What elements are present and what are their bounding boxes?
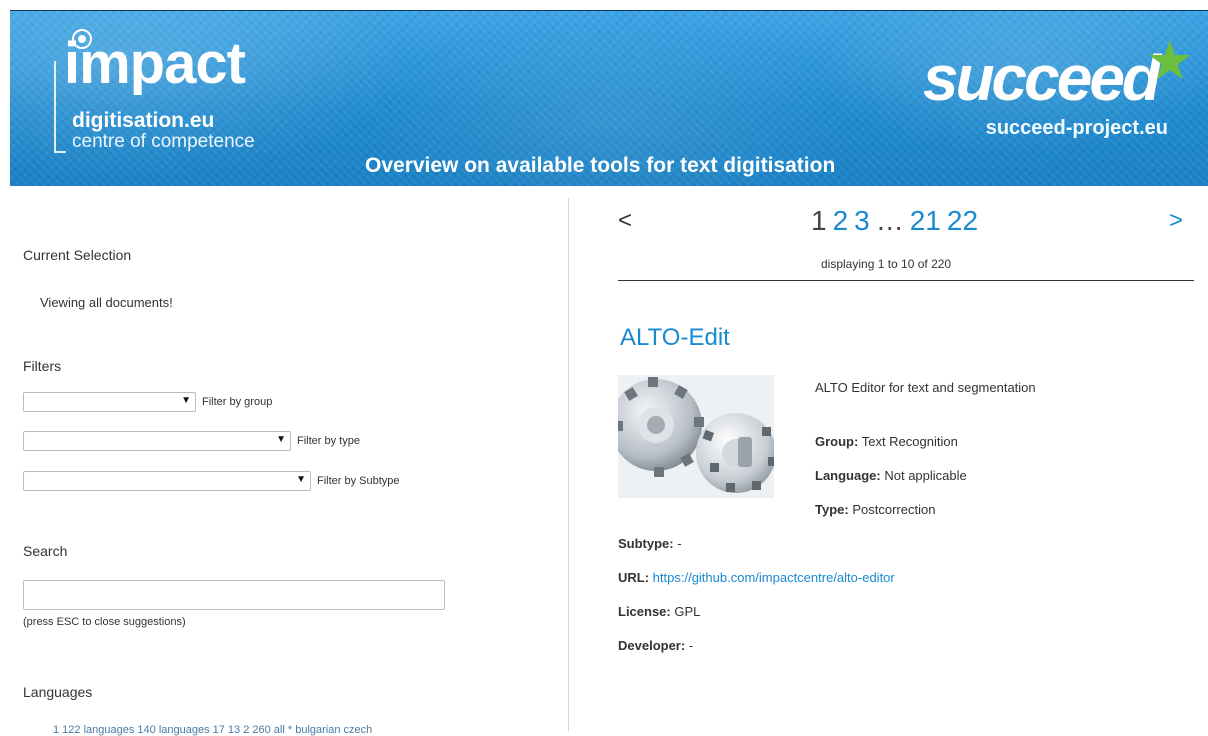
search-input[interactable] [23, 580, 445, 610]
tool-title-link[interactable]: ALTO-Edit [620, 324, 730, 352]
tool-type-label: Type: [815, 502, 849, 517]
gears-icon [618, 375, 774, 498]
search-hint: (press ESC to close suggestions) [23, 616, 186, 628]
impact-logo-word: impact [64, 31, 246, 96]
tool-group-label: Group: [815, 434, 859, 449]
dropdown-arrow-icon: ▼ [296, 474, 306, 485]
tool-url-label: URL: [618, 570, 650, 585]
filter-subtype-label: Filter by Subtype [317, 475, 400, 487]
page-ellipsis: … [875, 205, 904, 236]
page-link-21[interactable]: 21 [910, 205, 941, 236]
tool-type-value: Postcorrection [852, 502, 936, 517]
filter-group-label: Filter by group [202, 396, 273, 408]
tool-language: Language: Not applicable [815, 468, 967, 483]
current-selection-heading: Current Selection [23, 247, 132, 263]
page-current: 1 [811, 205, 827, 236]
languages-links[interactable]: 1 122 languages 140 languages 17 13 2 26… [53, 724, 372, 736]
succeed-logo-domain: succeed-project.eu [985, 117, 1168, 139]
tool-subtype-label: Subtype: [618, 536, 674, 551]
filter-group-select[interactable]: ▼ [23, 392, 196, 412]
tool-license-value: GPL [674, 604, 701, 619]
tool-thumbnail [618, 375, 774, 498]
star-icon: ★ [1145, 31, 1194, 91]
filter-type-label: Filter by type [297, 435, 360, 447]
tool-description: ALTO Editor for text and segmentation [815, 380, 1036, 395]
page-link-2[interactable]: 2 [833, 205, 849, 236]
tool-language-label: Language: [815, 468, 881, 483]
tool-type: Type: Postcorrection [815, 502, 935, 517]
filter-type-row: ▼ Filter by type [23, 431, 360, 451]
filters-heading: Filters [23, 358, 62, 374]
pagination-divider [618, 280, 1194, 281]
header-banner: impact digitisation.eu centre of compete… [10, 10, 1208, 186]
tool-group: Group: Text Recognition [815, 434, 958, 449]
impact-logo-subtitle: centre of competence [72, 131, 255, 152]
tool-license: License: GPL [618, 604, 700, 619]
tool-group-value: Text Recognition [861, 434, 958, 449]
impact-logo-domain: digitisation.eu [72, 109, 215, 132]
filter-subtype-select[interactable]: ▼ [23, 471, 311, 491]
tool-subtype: Subtype: - [618, 536, 682, 551]
page-link-3[interactable]: 3 [854, 205, 870, 236]
tool-url: URL: https://github.com/impactcentre/alt… [618, 570, 895, 585]
search-heading: Search [23, 543, 68, 559]
sidebar: Current Selection Viewing all documents!… [23, 185, 553, 736]
filter-type-select[interactable]: ▼ [23, 431, 291, 451]
dropdown-arrow-icon: ▼ [276, 434, 286, 445]
filter-subtype-row: ▼ Filter by Subtype [23, 471, 400, 491]
results-count: displaying 1 to 10 of 220 [821, 257, 952, 271]
impact-logo[interactable]: impact digitisation.eu centre of compete… [54, 29, 334, 171]
tool-license-label: License: [618, 604, 671, 619]
tool-developer: Developer: - [618, 638, 693, 653]
current-selection-text: Viewing all documents! [40, 295, 173, 310]
succeed-logo[interactable]: succeed ★ succeed-project.eu [836, 31, 1196, 161]
next-page-button[interactable]: > [1169, 207, 1183, 235]
filter-group-row: ▼ Filter by group [23, 392, 272, 412]
main-content: < 1 2 3… 21 22 > displaying 1 to 10 of 220 A… [569, 185, 1208, 731]
page-link-22[interactable]: 22 [947, 205, 978, 236]
tool-developer-value: - [688, 638, 694, 653]
prev-page-button[interactable]: < [618, 207, 632, 235]
tool-url-link[interactable]: https://github.com/impactcentre/alto-edi… [653, 570, 895, 585]
tool-subtype-value: - [677, 536, 682, 551]
dropdown-arrow-icon: ▼ [181, 395, 191, 406]
succeed-logo-word: succeed [922, 42, 1161, 114]
languages-heading: Languages [23, 684, 93, 700]
pagination: 1 2 3… 21 22 [811, 205, 978, 237]
tool-developer-label: Developer: [618, 638, 686, 653]
page-title: Overview on available tools for text dig… [365, 154, 836, 177]
tool-language-value: Not applicable [884, 468, 967, 483]
